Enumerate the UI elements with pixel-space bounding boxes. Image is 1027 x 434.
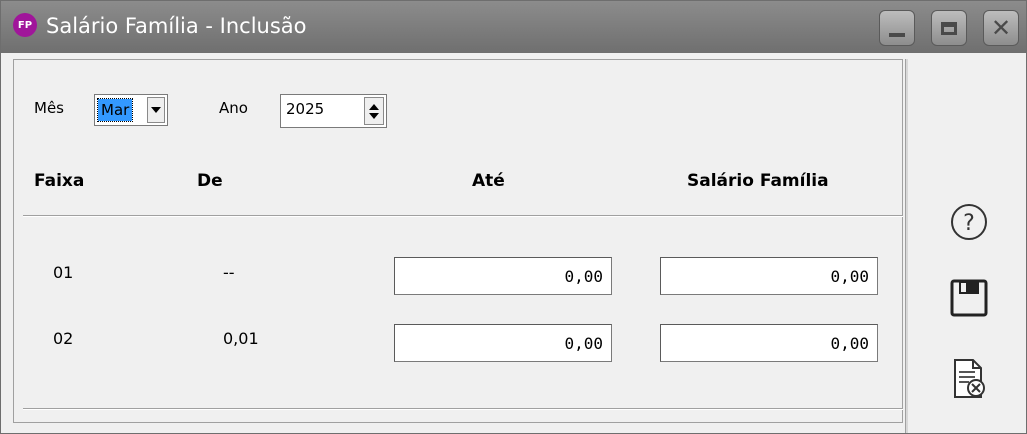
bottom-separator xyxy=(23,408,903,409)
header-separator xyxy=(23,215,903,216)
month-dropdown-button[interactable] xyxy=(147,97,165,123)
year-value: 2025 xyxy=(286,100,325,118)
row1-de: -- xyxy=(223,263,235,282)
row1-ate-input[interactable]: 0,00 xyxy=(394,257,612,295)
maximize-button[interactable] xyxy=(931,10,967,46)
save-button[interactable] xyxy=(945,274,993,322)
header-de: De xyxy=(197,171,223,191)
row1-salario-input[interactable]: 0,00 xyxy=(660,257,878,295)
svg-text:?: ? xyxy=(963,211,975,236)
maximize-icon xyxy=(941,21,957,35)
year-spinner[interactable]: 2025 xyxy=(280,94,387,128)
help-button[interactable]: ? xyxy=(945,198,993,246)
dialog-window: FP Salário Família - Inclusão ✕ Mês Mar … xyxy=(0,0,1027,434)
year-spin-buttons[interactable] xyxy=(364,97,384,125)
row2-ate-input[interactable]: 0,00 xyxy=(394,324,612,362)
row1-faixa: 01 xyxy=(53,263,74,282)
header-salario-familia: Salário Família xyxy=(687,171,829,191)
header-ate: Até xyxy=(472,171,505,191)
row2-salario-input[interactable]: 0,00 xyxy=(660,324,878,362)
save-icon xyxy=(950,279,988,317)
spin-up-icon xyxy=(369,103,379,110)
spin-down-icon xyxy=(369,112,379,119)
row2-faixa: 02 xyxy=(53,329,74,348)
month-label: Mês xyxy=(34,99,64,117)
app-icon: FP xyxy=(13,13,37,37)
month-select[interactable]: Mar xyxy=(94,94,168,126)
year-label: Ano xyxy=(219,99,248,117)
close-button[interactable]: ✕ xyxy=(983,10,1019,46)
chevron-down-icon xyxy=(151,107,161,113)
cancel-document-icon xyxy=(954,359,985,398)
header-faixa: Faixa xyxy=(34,171,85,191)
minimize-icon xyxy=(889,33,905,37)
month-value: Mar xyxy=(96,98,134,122)
title-bar[interactable]: FP Salário Família - Inclusão ✕ xyxy=(1,1,1026,53)
side-divider xyxy=(905,59,908,433)
close-icon: ✕ xyxy=(990,14,1012,42)
row2-de: 0,01 xyxy=(223,329,259,348)
window-title: Salário Família - Inclusão xyxy=(46,14,307,38)
minimize-button[interactable] xyxy=(879,10,915,46)
help-icon: ? xyxy=(951,204,987,240)
cancel-button[interactable] xyxy=(945,355,993,403)
